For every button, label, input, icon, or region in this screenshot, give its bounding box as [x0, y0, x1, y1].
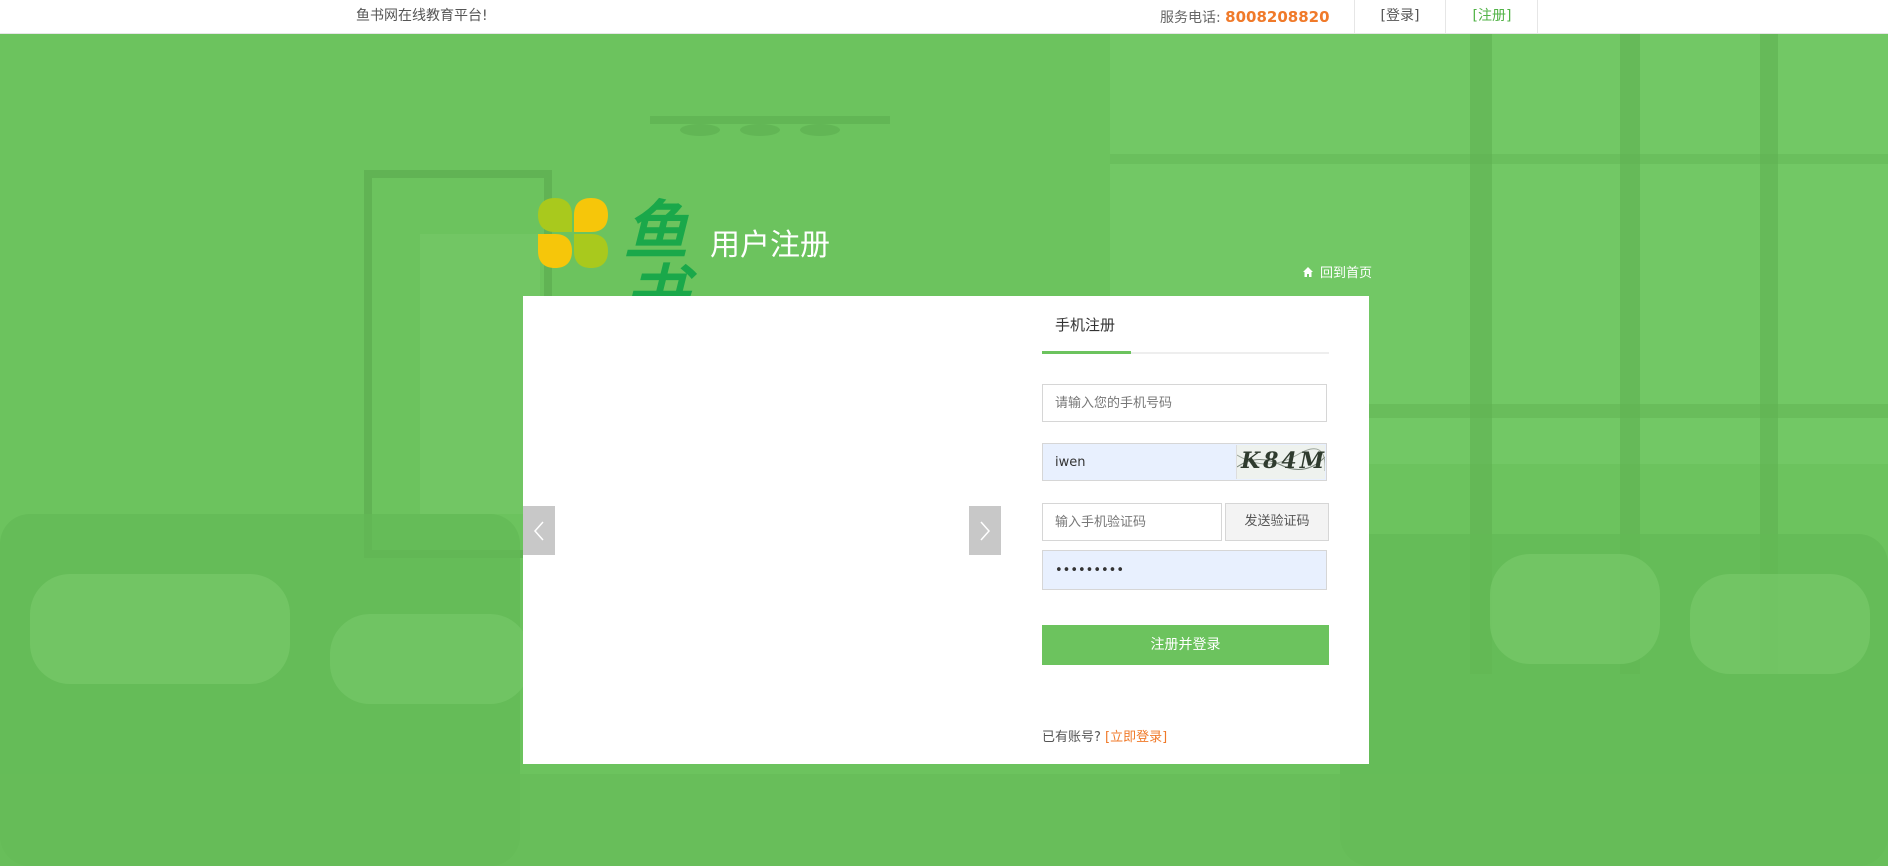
sms-code-input[interactable]: [1043, 504, 1221, 540]
captcha-field[interactable]: K84M: [1042, 443, 1327, 481]
register-card: 手机注册 K84M 发送验证码 注册并登录 已有账号?: [523, 296, 1369, 764]
logo-petal-icon: [574, 234, 608, 268]
form-tabs: 手机注册: [1042, 296, 1329, 354]
chevron-right-icon: [980, 521, 991, 540]
login-link[interactable]: [登录]: [1353, 0, 1446, 33]
welcome-text: 鱼书网在线教育平台!: [356, 8, 488, 24]
logo-petal-icon: [538, 234, 572, 268]
home-link-label: 回到首页: [1320, 266, 1373, 281]
home-link[interactable]: 回到首页: [1302, 262, 1372, 281]
tab-indicator: [1042, 351, 1131, 354]
register-login-button[interactable]: 注册并登录: [1042, 625, 1329, 665]
home-icon: [1303, 266, 1313, 277]
captcha-image[interactable]: K84M: [1236, 445, 1325, 479]
register-form: 手机注册 K84M 发送验证码 注册并登录 已有账号?: [1042, 296, 1329, 745]
login-now-link[interactable]: [立即登录]: [1105, 730, 1167, 745]
tab-phone-register[interactable]: 手机注册: [1055, 314, 1115, 335]
top-bar: 鱼书网在线教育平台! 服务电话: 8008208820 [登录] [注册]: [0, 0, 1888, 34]
carousel-next-button[interactable]: [969, 506, 1001, 555]
password-input[interactable]: [1043, 551, 1326, 589]
captcha-text: K84M: [1241, 448, 1325, 474]
carousel-prev-button[interactable]: [523, 506, 555, 555]
sms-code-field[interactable]: [1042, 503, 1222, 541]
have-account-text: 已有账号?: [1042, 730, 1101, 745]
service-phone-number: 8008208820: [1225, 7, 1330, 26]
logo-petal-icon: [574, 198, 608, 232]
have-account-row: 已有账号? [立即登录]: [1042, 726, 1167, 745]
logo-petal-icon: [538, 198, 572, 232]
send-code-button[interactable]: 发送验证码: [1225, 503, 1329, 541]
top-bar-right: 服务电话: 8008208820 [登录] [注册]: [1160, 0, 1539, 33]
register-link[interactable]: [注册]: [1445, 0, 1539, 33]
service-phone: 服务电话: 8008208820: [1160, 7, 1354, 27]
page-subtitle: 用户注册: [710, 228, 830, 263]
phone-field[interactable]: [1042, 384, 1327, 422]
phone-input[interactable]: [1043, 385, 1326, 421]
service-label: 服务电话:: [1160, 9, 1221, 26]
password-field[interactable]: [1042, 550, 1327, 590]
chevron-left-icon: [533, 521, 544, 540]
